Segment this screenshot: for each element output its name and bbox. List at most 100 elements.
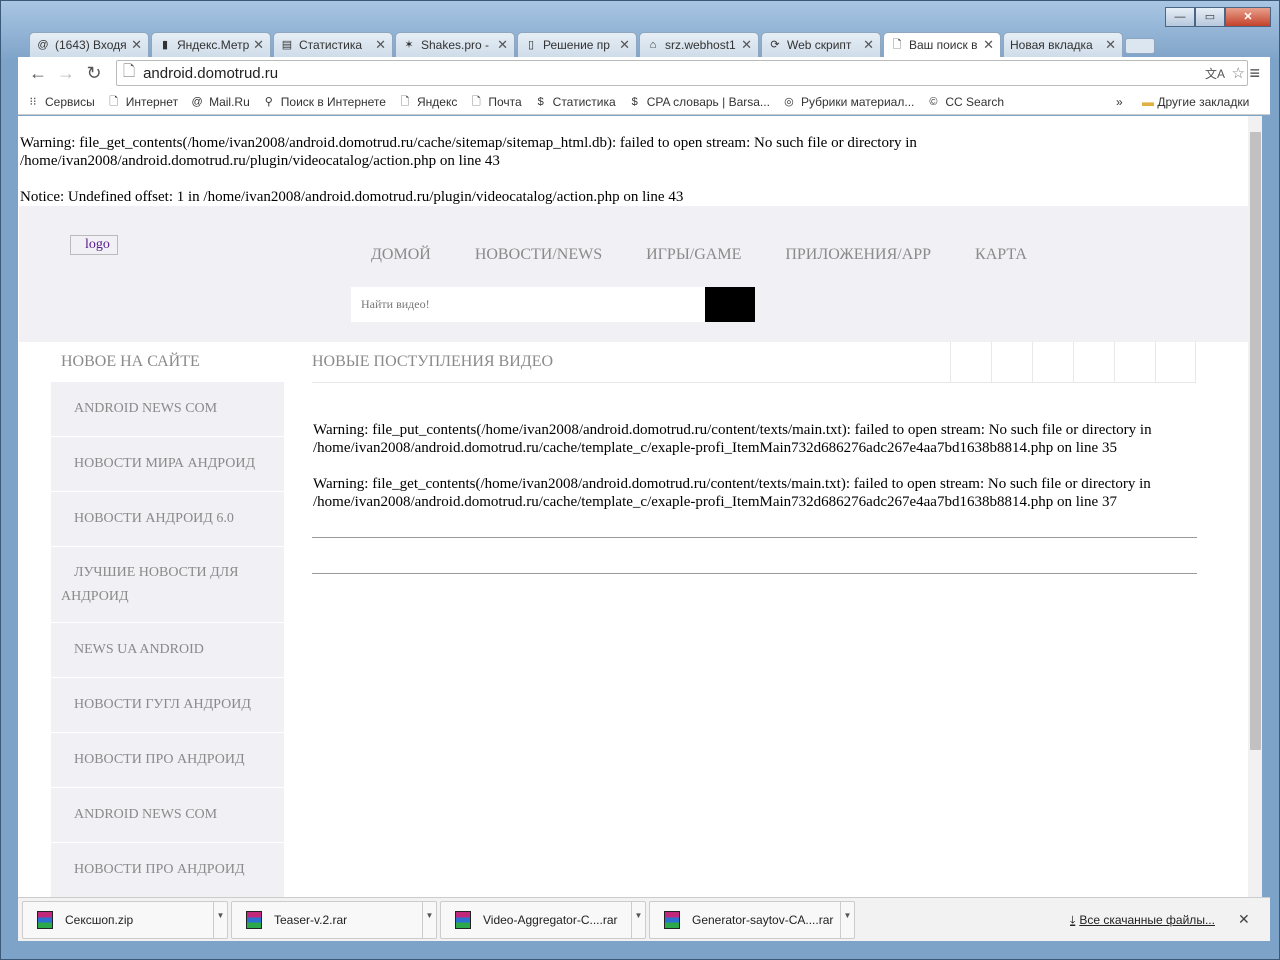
download-filename: Generator-saytov-CA....rar: [692, 913, 834, 927]
download-item[interactable]: Video-Aggregator-C....rar ▼: [440, 901, 646, 939]
back-icon[interactable]: ←: [24, 63, 52, 84]
cc-icon: ©: [929, 95, 938, 108]
bookmark[interactable]: © CC Search: [926, 95, 1004, 109]
bookmark-label: Яндекс: [416, 94, 458, 109]
sidebar-item[interactable]: NEWS UA ANDROID: [51, 623, 284, 678]
box: [1073, 342, 1114, 382]
menu-item[interactable]: ДОМОЙ: [371, 246, 431, 264]
divider: [312, 537, 1197, 538]
bookmark[interactable]: 🗋 Яндекс: [398, 94, 458, 109]
bookmark[interactable]: $ CPA словарь | Barsa...: [628, 95, 770, 109]
star-icon: ✶: [404, 39, 414, 51]
tab[interactable]: ▯ Решение пр ✕: [517, 32, 637, 57]
search-placeholder: Найти видео!: [361, 297, 430, 311]
tab[interactable]: ▮ Яндекс.Метр ✕: [151, 32, 271, 57]
more-bookmarks-button[interactable]: »: [1116, 95, 1123, 109]
menu-item[interactable]: НОВОСТИ/NEWS: [475, 246, 602, 264]
close-icon[interactable]: ✕: [1238, 911, 1250, 928]
page-icon: 🗋: [892, 39, 902, 51]
tab[interactable]: Новая вкладка ✕: [1003, 32, 1123, 57]
main-title: НОВЫЕ ПОСТУПЛЕНИЯ ВИДЕО: [312, 353, 554, 370]
sidebar-item[interactable]: ЛУЧШИЕ НОВОСТИ ДЛЯ АНДРОИД: [51, 547, 284, 623]
maximize-button[interactable]: ▭: [1195, 7, 1225, 27]
dropdown-arrow-icon[interactable]: ▼: [213, 902, 227, 938]
minimize-button[interactable]: —: [1165, 7, 1195, 27]
bookmark[interactable]: ⁝⁝ Сервисы: [26, 95, 95, 109]
sidebar-item[interactable]: НОВОСТИ МИРА АНДРОИД: [51, 437, 284, 492]
download-icon: ⤓: [1070, 913, 1076, 927]
tab-label: srz.webhost1: [665, 38, 736, 52]
sidebar-title: НОВОЕ НА САЙТЕ: [51, 342, 284, 382]
bookmark[interactable]: ◎ Рубрики материал...: [782, 95, 914, 109]
bookmark[interactable]: ⚲ Поиск в Интернете: [262, 95, 386, 109]
close-tab-icon[interactable]: ✕: [253, 37, 264, 53]
tab[interactable]: ✶ Shakes.pro - ✕: [395, 32, 515, 57]
bookmark[interactable]: @ Mail.Ru: [190, 95, 249, 109]
dropdown-arrow-icon[interactable]: ▼: [631, 902, 645, 938]
reload-icon[interactable]: ↻: [80, 63, 108, 84]
search-button[interactable]: [705, 287, 755, 322]
sidebar-item[interactable]: НОВОСТИ ПРО АНДРОИД: [51, 733, 284, 788]
new-tab-button[interactable]: [1125, 38, 1155, 54]
php-notice: Notice: Undefined offset: 1 in /home/iva…: [20, 189, 684, 205]
tab-label: Решение пр: [543, 38, 610, 52]
bookmark[interactable]: 🗋 Интернет: [107, 95, 178, 109]
sidebar-item[interactable]: ANDROID NEWS COM: [51, 382, 284, 437]
sidebar-item[interactable]: ANDROID NEWS COM: [51, 788, 284, 843]
sidebar-item[interactable]: НОВОСТИ АНДРОИД 6.0: [51, 492, 284, 547]
forward-icon[interactable]: →: [52, 63, 80, 84]
main-heading: НОВЫЕ ПОСТУПЛЕНИЯ ВИДЕО: [312, 342, 1196, 383]
page-icon: 🗋: [400, 95, 410, 108]
dropdown-arrow-icon[interactable]: ▼: [840, 902, 854, 938]
menu-item[interactable]: КАРТА: [975, 246, 1027, 264]
download-item[interactable]: Сексшоп.zip ▼: [22, 901, 228, 939]
tab[interactable]: ▤ Статистика ✕: [273, 32, 393, 57]
toolbar: ← → ↻ 🗋 android.domotrud.ru 文A ☆ ≡: [18, 57, 1270, 89]
close-tab-icon[interactable]: ✕: [1105, 37, 1116, 53]
dollar-icon: $: [631, 95, 638, 108]
bookmark[interactable]: 🗋 Почта: [469, 94, 522, 109]
close-window-button[interactable]: ✕: [1225, 7, 1271, 27]
logo-image[interactable]: logo: [70, 235, 118, 255]
page-icon: 🗋: [123, 62, 136, 80]
tab-label: Статистика: [299, 38, 363, 52]
scrollbar[interactable]: [1248, 116, 1262, 897]
all-downloads-link[interactable]: ⤓ Все скачанные файлы...: [1070, 913, 1215, 928]
bookmark-label: Почта: [488, 94, 522, 109]
close-tab-icon[interactable]: ✕: [983, 37, 994, 53]
close-tab-icon[interactable]: ✕: [741, 37, 752, 53]
search-input[interactable]: Найти видео!: [351, 287, 705, 322]
close-tab-icon[interactable]: ✕: [863, 37, 874, 53]
other-bookmarks[interactable]: ▬ Другие закладки: [1142, 95, 1249, 109]
site-header: logo ДОМОЙ НОВОСТИ/NEWS ИГРЫ/GAME ПРИЛОЖЕНИ…: [19, 206, 1248, 342]
sidebar-item[interactable]: НОВОСТИ ПРО АНДРОИД: [51, 843, 284, 897]
sidebar-item[interactable]: НОВОСТИ ГУГЛ АНДРОИД: [51, 678, 284, 733]
menu-icon[interactable]: ≡: [1249, 63, 1260, 84]
tab[interactable]: ⌂ srz.webhost1 ✕: [639, 32, 759, 57]
php-warning: Warning: file_put_contents(/home/ivan200…: [313, 422, 1152, 456]
bookmark-label: Сервисы: [45, 94, 95, 109]
address-bar[interactable]: 🗋 android.domotrud.ru 文A ☆: [116, 60, 1248, 86]
bookmark-label: Интернет: [125, 94, 179, 109]
menu-item[interactable]: ИГРЫ/GAME: [646, 246, 741, 264]
tab[interactable]: ⟳ Web скрипт ✕: [761, 32, 881, 57]
download-item[interactable]: Teaser-v.2.rar ▼: [231, 901, 437, 939]
bookmark[interactable]: $ Статистика: [534, 95, 616, 109]
tab[interactable]: 🗋 Ваш поиск в ✕: [883, 32, 1001, 57]
close-tab-icon[interactable]: ✕: [375, 37, 386, 53]
translate-icon[interactable]: 文A: [1205, 65, 1225, 82]
close-tab-icon[interactable]: ✕: [619, 37, 630, 53]
tab[interactable]: @ (1643) Входя ✕: [29, 32, 149, 57]
page-icon: 🗋: [109, 95, 119, 108]
download-item[interactable]: Generator-saytov-CA....rar ▼: [649, 901, 855, 939]
star-icon[interactable]: ☆: [1232, 64, 1245, 82]
close-tab-icon[interactable]: ✕: [497, 37, 508, 53]
other-bookmarks-label: Другие закладки: [1157, 94, 1250, 109]
bookmark-label: CPA словарь | Barsa...: [646, 94, 770, 109]
menu-item[interactable]: ПРИЛОЖЕНИЯ/APP: [785, 246, 931, 264]
tab-label: Ваш поиск в: [909, 38, 978, 52]
close-tab-icon[interactable]: ✕: [131, 37, 142, 53]
dropdown-arrow-icon[interactable]: ▼: [422, 902, 436, 938]
archive-icon: [455, 911, 471, 929]
scrollbar-thumb[interactable]: [1250, 132, 1261, 750]
